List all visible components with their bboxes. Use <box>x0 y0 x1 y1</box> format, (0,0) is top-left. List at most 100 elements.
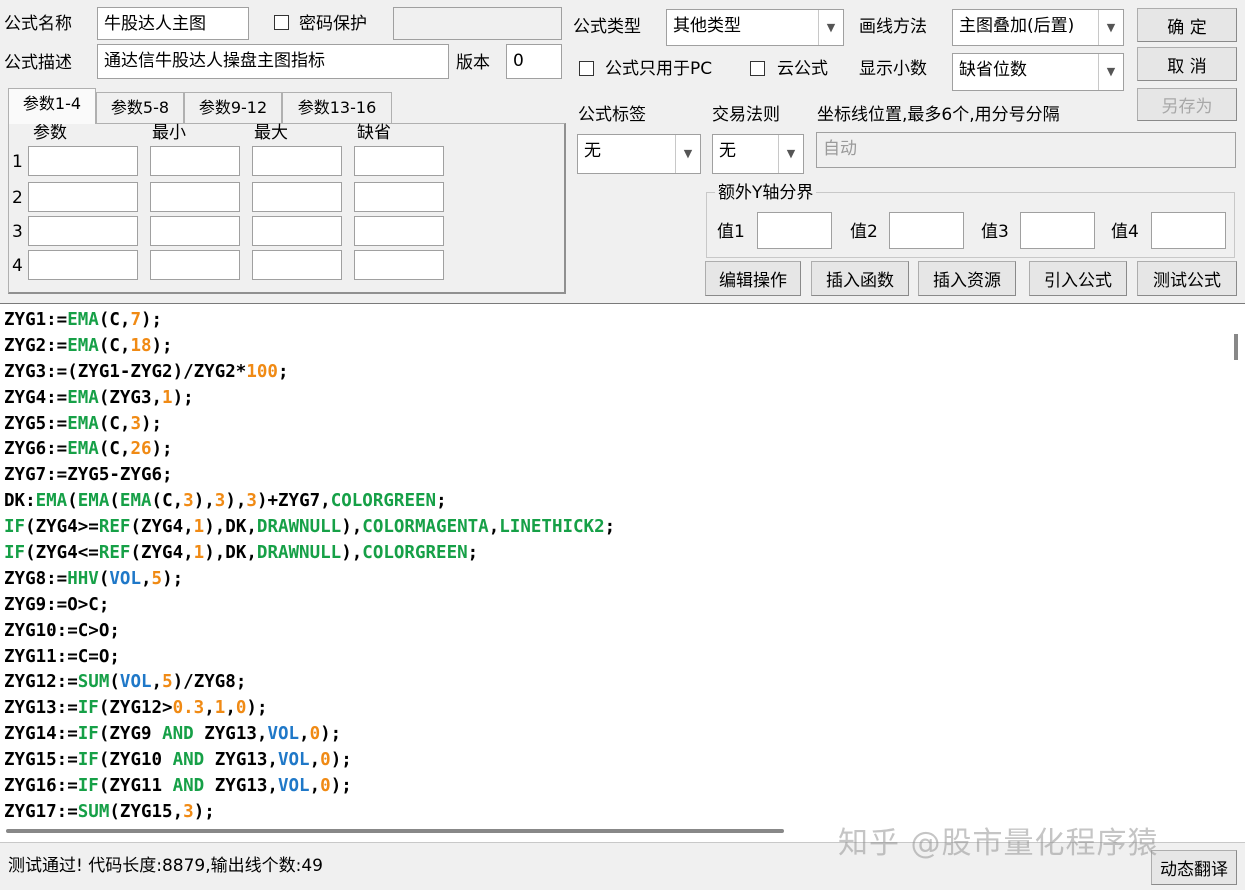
test-formula-button[interactable]: 测试公式 <box>1137 261 1237 296</box>
code-token: ); <box>162 568 184 589</box>
code-token: ), <box>341 517 363 538</box>
tab-params-13-16[interactable]: 参数13-16 <box>282 92 392 124</box>
code-line[interactable]: IF(ZYG4>=REF(ZYG4,1),DK,DRAWNULL),COLORM… <box>4 515 615 541</box>
coord-line-input[interactable]: 自动 <box>816 132 1236 168</box>
code-line[interactable]: ZYG14:=IF(ZYG9 AND ZYG13,VOL,0); <box>4 722 615 748</box>
code-line[interactable]: ZYG13:=IF(ZYG12>0.3,1,0); <box>4 696 615 722</box>
code-token: ; <box>436 491 447 512</box>
tab-params-9-12[interactable]: 参数9-12 <box>184 92 282 124</box>
code-token: ); <box>140 310 163 330</box>
code-token: , <box>488 517 500 538</box>
param-2-min-input[interactable] <box>150 182 240 212</box>
code-line[interactable]: ZYG9:=O>C; <box>4 593 615 619</box>
code-token: 3 <box>183 801 194 822</box>
param-1-max-input[interactable] <box>252 146 342 176</box>
param-2-max-input[interactable] <box>252 182 342 212</box>
code-line[interactable]: ZYG16:=IF(ZYG11 AND ZYG13,VOL,0); <box>4 774 615 800</box>
save-as-button[interactable]: 另存为 <box>1137 88 1237 121</box>
param-1-default-input[interactable] <box>354 146 444 176</box>
formula-tag-select[interactable]: 无 ▼ <box>577 134 701 174</box>
y-value-4-input[interactable] <box>1151 212 1226 249</box>
code-token: (ZYG11 <box>98 776 173 797</box>
param-1-min-input[interactable] <box>150 146 240 176</box>
password-checkbox[interactable] <box>274 15 289 30</box>
formula-name-input[interactable]: 牛股达人主图 <box>97 7 249 40</box>
dynamic-translate-button[interactable]: 动态翻译 <box>1151 850 1237 885</box>
param-col-name: 参数 <box>33 123 67 143</box>
code-token: 1 <box>162 387 173 408</box>
y-value-3-input[interactable] <box>1020 212 1095 249</box>
formula-tag-label: 公式标签 <box>578 105 646 125</box>
draw-method-value: 主图叠加(后置) <box>959 16 1075 36</box>
draw-method-select[interactable]: 主图叠加(后置) ▼ <box>952 9 1124 46</box>
horizontal-scroll-thumb[interactable] <box>6 829 784 833</box>
code-token: COLORGREEN <box>362 543 468 564</box>
param-4-name-input[interactable] <box>28 250 138 280</box>
param-4-min-input[interactable] <box>150 250 240 280</box>
param-4-default-input[interactable] <box>354 250 444 280</box>
version-input[interactable]: 0 <box>506 44 562 79</box>
param-3-max-input[interactable] <box>252 216 342 246</box>
code-token: EMA <box>67 335 99 356</box>
y-value-4-label: 值4 <box>1111 222 1139 242</box>
code-line[interactable]: ZYG2:=EMA(C,18); <box>4 334 615 360</box>
cloud-checkbox[interactable] <box>750 61 765 76</box>
code-token: EMA <box>35 491 68 512</box>
formula-tag-value: 无 <box>584 141 601 161</box>
code-line[interactable]: ZYG3:=(ZYG1-ZYG2)/ZYG2*100; <box>4 360 615 386</box>
edit-operation-button[interactable]: 编辑操作 <box>705 261 801 296</box>
decimal-select[interactable]: 缺省位数 ▼ <box>952 53 1124 91</box>
vertical-scrollbar[interactable] <box>1227 304 1245 814</box>
code-line[interactable]: ZYG1:=EMA(C,7); <box>4 308 615 334</box>
param-3-min-input[interactable] <box>150 216 240 246</box>
code-editor[interactable]: ZYG1:=EMA(C,7); ZYG2:=EMA(C,18); ZYG3:=(ZY… <box>0 303 1245 843</box>
y-value-3-label: 值3 <box>981 222 1009 242</box>
code-token: 100 <box>246 361 278 382</box>
code-line[interactable]: ZYG7:=ZYG5-ZYG6; <box>4 463 615 489</box>
import-formula-button[interactable]: 引入公式 <box>1029 261 1127 296</box>
y-value-1-input[interactable] <box>757 212 832 249</box>
param-2-default-input[interactable] <box>354 182 444 212</box>
param-3-name-input[interactable] <box>28 216 138 246</box>
formula-type-select[interactable]: 其他类型 ▼ <box>666 9 844 46</box>
code-token: 3 <box>130 413 141 434</box>
code-token: , <box>140 568 152 589</box>
password-input[interactable] <box>393 7 562 40</box>
coord-line-label: 坐标线位置,最多6个,用分号分隔 <box>817 105 1060 125</box>
code-line[interactable]: ZYG15:=IF(ZYG10 AND ZYG13,VOL,0); <box>4 748 615 774</box>
code-line[interactable]: DK:EMA(EMA(EMA(C,3),3),3)+ZYG7,COLORGREE… <box>4 489 615 515</box>
code-token: VOL <box>119 672 152 693</box>
param-3-default-input[interactable] <box>354 216 444 246</box>
cancel-button[interactable]: 取 消 <box>1137 47 1237 81</box>
code-line[interactable]: ZYG11:=C=O; <box>4 645 615 671</box>
code-token: AND <box>162 724 194 745</box>
code-line[interactable]: ZYG8:=HHV(VOL,5); <box>4 567 615 593</box>
param-2-name-input[interactable] <box>28 182 138 212</box>
code-line[interactable]: IF(ZYG4<=REF(ZYG4,1),DK,DRAWNULL),COLORG… <box>4 541 615 567</box>
param-4-max-input[interactable] <box>252 250 342 280</box>
tab-params-5-8[interactable]: 参数5-8 <box>96 92 184 124</box>
code-content[interactable]: ZYG1:=EMA(C,7); ZYG2:=EMA(C,18); ZYG3:=(ZY… <box>4 308 615 826</box>
insert-resource-button[interactable]: 插入资源 <box>918 261 1016 296</box>
ok-button[interactable]: 确 定 <box>1137 8 1237 42</box>
insert-function-button[interactable]: 插入函数 <box>811 261 909 296</box>
y-value-1-label: 值1 <box>717 222 745 242</box>
param-row-label: 4 <box>12 256 23 276</box>
param-1-name-input[interactable] <box>28 146 138 176</box>
tab-params-1-4[interactable]: 参数1-4 <box>8 88 96 124</box>
code-line[interactable]: ZYG10:=C>O; <box>4 619 615 645</box>
vertical-scroll-thumb[interactable] <box>1234 334 1238 360</box>
y-value-2-input[interactable] <box>889 212 964 249</box>
code-token: DRAWNULL <box>256 517 342 538</box>
code-token: )/ZYG8; <box>172 672 247 693</box>
code-token: EMA <box>119 491 152 512</box>
code-token: COLORGREEN <box>330 491 437 512</box>
pc-only-checkbox[interactable] <box>579 61 594 76</box>
formula-desc-input[interactable]: 通达信牛股达人操盘主图指标 <box>97 44 449 79</box>
code-line[interactable]: ZYG4:=EMA(ZYG3,1); <box>4 386 615 412</box>
code-token: VOL <box>277 750 310 771</box>
code-line[interactable]: ZYG5:=EMA(C,3); <box>4 412 615 438</box>
trade-rule-select[interactable]: 无 ▼ <box>712 134 804 174</box>
code-line[interactable]: ZYG12:=SUM(VOL,5)/ZYG8; <box>4 670 615 696</box>
code-line[interactable]: ZYG6:=EMA(C,26); <box>4 437 615 463</box>
